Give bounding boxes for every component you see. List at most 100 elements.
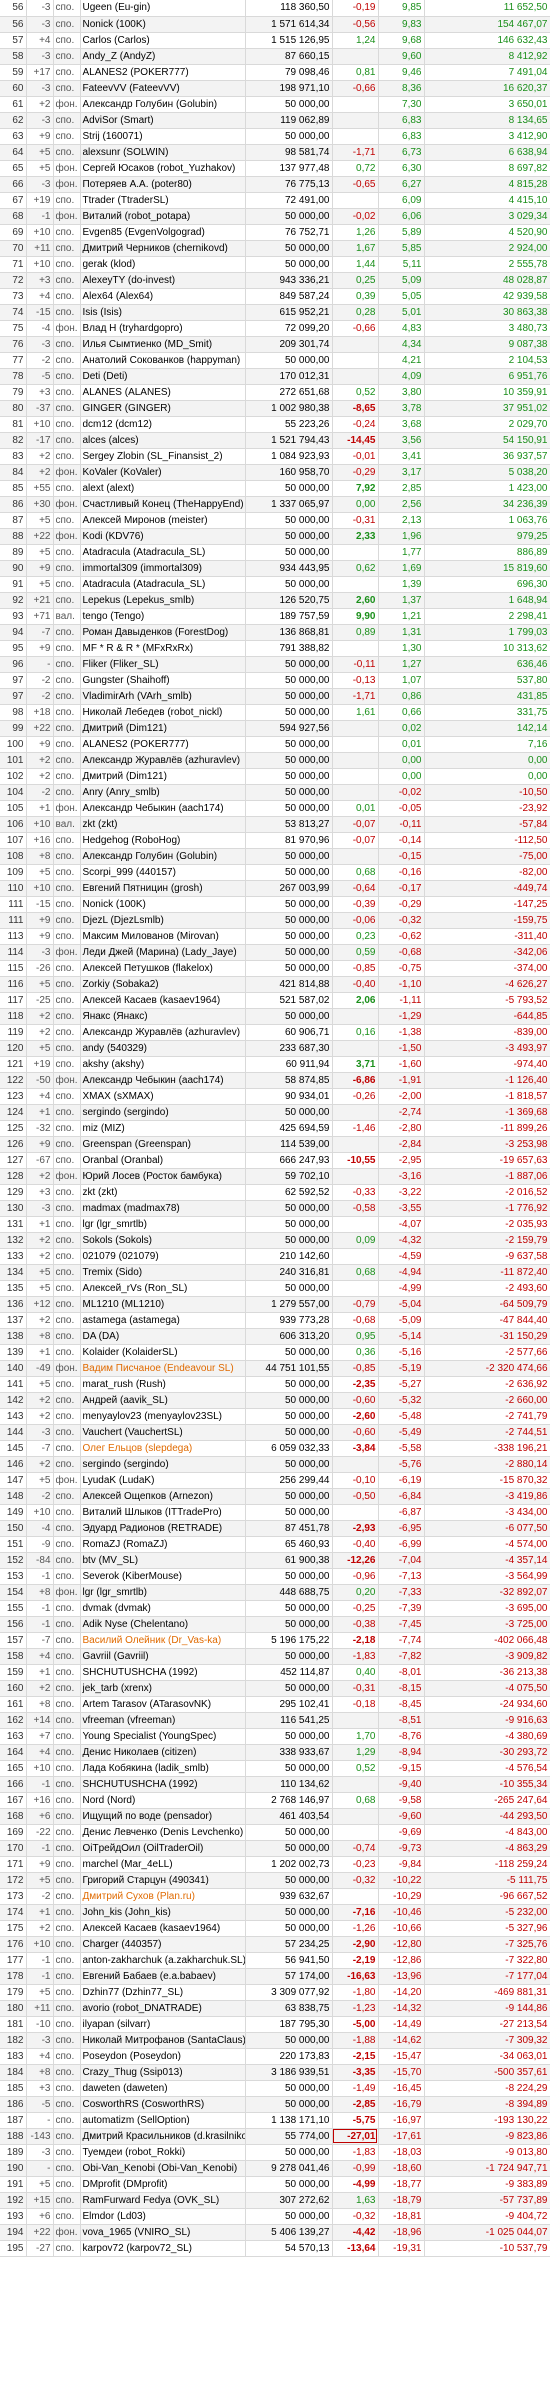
- table-row[interactable]: 191 +5 спо. DMprofit (DMprofit) 50 000,00 -4,…: [0, 2176, 550, 2193]
- table-row[interactable]: 71 +10 спо. gerak (klod) 50 000,00 1,44 5,11 2 …: [0, 256, 550, 273]
- table-row[interactable]: 74 -15 спо. Isis (Isis) 615 952,21 0,28 5,01 30…: [0, 304, 550, 321]
- table-row[interactable]: 162 +14 спо. vfreeman (vfreeman) 116 541,25 -…: [0, 1712, 550, 1729]
- table-row[interactable]: 165 +10 спо. Лада Кобякина (ladik_smlb) 50 0…: [0, 1760, 550, 1777]
- table-row[interactable]: 170 -1 спо. OiTpeйдОил (OilTraderOil) 50 000…: [0, 1840, 550, 1857]
- table-row[interactable]: 181 -10 спо. ilyapan (silvarr) 187 795,30 -5,…: [0, 2016, 550, 2033]
- table-row[interactable]: 76 -3 спо. Илья Сымтиенко (MD_Smit) 209 301,…: [0, 336, 550, 353]
- table-row[interactable]: 148 -2 спо. Алексей Ощепков (Arnezon) 50 000…: [0, 1488, 550, 1505]
- table-row[interactable]: 59 +17 спо. ALANES2 (POKER777) 79 098,46 0,81…: [0, 64, 550, 81]
- table-row[interactable]: 136 +12 спо. ML1210 (ML1210) 1 279 557,00 -0,…: [0, 1296, 550, 1313]
- table-row[interactable]: 120 +5 спо. andy (540329) 233 687,30 -1,50 -3 …: [0, 1040, 550, 1057]
- table-row[interactable]: 175 +2 спо. Алексей Касаев (kasaev1964) 50 0…: [0, 1920, 550, 1937]
- table-row[interactable]: 84 +2 фон. KoValer (KoValer) 160 958,70 -0,29…: [0, 464, 550, 481]
- table-row[interactable]: 149 +10 спо. Виталий Шлыков (ITTradePro) 50 …: [0, 1504, 550, 1521]
- table-row[interactable]: 56 -3 спо. Nonick (100K) 1 571 614,34 -0,56 9,…: [0, 16, 550, 33]
- table-row[interactable]: 140 -49 фон. Вадим Писчаное (Endeavour SL) 4…: [0, 1360, 550, 1377]
- table-row[interactable]: 79 +3 спо. ALANES (ALANES) 272 651,68 0,52 3,8…: [0, 384, 550, 401]
- table-row[interactable]: 98 +18 спо. Николай Лебедев (robot_nickl) 50…: [0, 704, 550, 721]
- table-row[interactable]: 182 -3 спо. Николай Митрофанов (SantaClaus)…: [0, 2032, 550, 2049]
- table-row[interactable]: 123 +4 спо. XMAX (sXMAX) 90 934,01 -0,26 -2,00…: [0, 1088, 550, 1105]
- table-row[interactable]: 194 +22 фон. vova_1965 (VNIRO_SL) 5 406 139,…: [0, 2224, 550, 2241]
- table-row[interactable]: 111 +9 спо. DjezL (DjezLsmlb) 50 000,00 -0,06…: [0, 912, 550, 929]
- table-row[interactable]: 96- спо. Fliker (Fliker_SL) 50 000,00 -0,11 1…: [0, 656, 550, 673]
- table-row[interactable]: 185 +3 спо. daweten (daweten) 50 000,00 -1,49…: [0, 2080, 550, 2097]
- table-row[interactable]: 115 -26 спо. Алексей Петушков (flakelox) 50 …: [0, 960, 550, 977]
- table-row[interactable]: 89 +5 спо. Atadracula (Atadracula_SL) 50 000…: [0, 544, 550, 561]
- table-row[interactable]: 188 -143 спо. Дмитрий Красильников (d.krasi…: [0, 2128, 550, 2145]
- table-row[interactable]: 90 +9 спо. immortal309 (immortal309) 934 443…: [0, 560, 550, 577]
- table-row[interactable]: 109 +5 спо. Scorpi_999 (440157) 50 000,00 0,6…: [0, 864, 550, 881]
- table-row[interactable]: 129 +3 спо. zkt (zkt) 62 592,52 -0,33 -3,22 -2 …: [0, 1184, 550, 1201]
- table-row[interactable]: 73 +4 спо. Alex64 (Alex64) 849 587,24 0,39 5,0…: [0, 288, 550, 305]
- table-row[interactable]: 151 -9 спо. RomaZJ (RomaZJ) 65 460,93 -0,40 -6…: [0, 1536, 550, 1553]
- table-row[interactable]: 125 -32 спо. miz (MIZ) 425 694,59 -1,46 -2,80-…: [0, 1120, 550, 1137]
- table-row[interactable]: 176 +10 спо. Charger (440357) 57 234,25 -2,90…: [0, 1936, 550, 1953]
- table-row[interactable]: 153 -1 спо. Severok (KiberMouse) 50 000,00 -0…: [0, 1568, 550, 1585]
- table-row[interactable]: 68 -1 фон. Виталий (robot_potapa) 50 000,00-…: [0, 208, 550, 225]
- table-row[interactable]: 127 -67 спо. Oranbal (Oranbal) 666 247,93 -10…: [0, 1152, 550, 1169]
- table-row[interactable]: 82 -17 спо. alces (alces) 1 521 794,43 -14,45…: [0, 432, 550, 449]
- table-row[interactable]: 116 +5 спо. Zorkiy (Sobaka2) 421 814,88 -0,40…: [0, 976, 550, 993]
- table-row[interactable]: 180 +11 спо. avorio (robot_DNATRADE) 63 838,…: [0, 2000, 550, 2017]
- table-row[interactable]: 187- спо. automatizm (SellOption) 1 138 171…: [0, 2112, 550, 2129]
- table-row[interactable]: 134 +5 спо. Tremix (Sido) 240 316,81 0,68 -4,9…: [0, 1264, 550, 1281]
- table-row[interactable]: 97 -2 спо. VladimirArh (VArh_smlb) 50 000,00…: [0, 688, 550, 705]
- table-row[interactable]: 111 -15 спо. Nonick (100K) 50 000,00 -0,39 -0,…: [0, 896, 550, 913]
- table-row[interactable]: 70 +11 спо. Дмитрий Черников (chernikovd) 50…: [0, 240, 550, 257]
- table-row[interactable]: 139 +1 спо. Kolaider (KolaiderSL) 50 000,00 0…: [0, 1344, 550, 1361]
- table-row[interactable]: 137 +2 спо. astamega (astamega) 939 773,28 -0…: [0, 1312, 550, 1329]
- table-row[interactable]: 167 +16 спо. Nord (Nord) 2 768 146,97 0,68 -9,…: [0, 1792, 550, 1809]
- table-row[interactable]: 92 +21 спо. Lepekus (Lepekus_smlb) 126 520,7…: [0, 592, 550, 609]
- table-row[interactable]: 160 +2 спо. jek_tarb (xrenx) 50 000,00 -0,31-…: [0, 1680, 550, 1697]
- table-row[interactable]: 159 +1 спо. SHCHUTUSHCHA (1992) 452 114,87 0,…: [0, 1664, 550, 1681]
- table-row[interactable]: 69 +10 спо. Evgen85 (EvgenVolgograd) 76 752,…: [0, 224, 550, 241]
- table-row[interactable]: 142 +2 спо. Андрей (aavik_SL) 50 000,00 -0,60…: [0, 1392, 550, 1409]
- table-row[interactable]: 164 +4 спо. Денис Николаев (citizen) 338 933…: [0, 1744, 550, 1761]
- table-row[interactable]: 143 +2 спо. menyaylov23 (menyaylov23SL) 50 0…: [0, 1408, 550, 1425]
- table-row[interactable]: 86 +30 фон. Счастливый Конец (TheHappyEnd) 1…: [0, 496, 550, 513]
- table-row[interactable]: 172 +5 спо. Григорий Старцун (490341) 50 000…: [0, 1872, 550, 1889]
- table-row[interactable]: 93 +71 вал. tengo (Tengo) 189 757,59 9,90 1,21…: [0, 608, 550, 625]
- table-row[interactable]: 133 +2 спо. 021079 (021079) 210 142,60 -4,59-…: [0, 1248, 550, 1265]
- table-row[interactable]: 110 +10 спо. Евгений Пятницин (grosh) 267 00…: [0, 880, 550, 897]
- table-row[interactable]: 128 +2 фон. Юрий Лосев (Росток бамбука) 59 7…: [0, 1168, 550, 1185]
- table-row[interactable]: 87 +5 спо. Алексей Миронов (meister) 50 000,…: [0, 512, 550, 529]
- table-row[interactable]: 168 +6 спо. Ищущий по воде (pensador) 461 40…: [0, 1808, 550, 1825]
- table-row[interactable]: 138 +8 спо. DA (DA) 606 313,20 0,95 -5,14 -31 1…: [0, 1328, 550, 1345]
- table-row[interactable]: 97 -2 спо. Gungster (Shaihoff) 50 000,00 -0,1…: [0, 672, 550, 689]
- table-row[interactable]: 91 +5 спо. Atadracula (Atadracula_SL) 50 000…: [0, 576, 550, 593]
- table-row[interactable]: 58 -3 спо. Andy_Z (AndyZ) 87 660,15 9,60 8 412…: [0, 48, 550, 65]
- table-row[interactable]: 190- спо. Obi-Van_Kenobi (Obi-Van_Kenobi) 9…: [0, 2160, 550, 2177]
- table-row[interactable]: 88 +22 фон. Kodi (KDV76) 50 000,00 2,33 1,96 97…: [0, 528, 550, 545]
- table-row[interactable]: 184 +8 спо. Crazy_Thug (Ssip013) 3 186 939,5…: [0, 2064, 550, 2081]
- table-row[interactable]: 178 -1 спо. Евгений Бабаев (e.a.babaev) 57 1…: [0, 1968, 550, 1985]
- table-row[interactable]: 150 -4 спо. Эдуард Радионов (RETRADE) 87 451…: [0, 1520, 550, 1537]
- table-row[interactable]: 163 +7 спо. Young Specialist (YoungSpec) 50 …: [0, 1728, 550, 1745]
- table-row[interactable]: 171 +9 спо. marchel (Mar_4eLL) 1 202 002,73-…: [0, 1856, 550, 1873]
- table-row[interactable]: 62 -3 спо. AdviSor (Smart) 119 062,89 6,83 8 1…: [0, 112, 550, 129]
- table-row[interactable]: 186 -5 спо. CosworthRS (CosworthRS) 50 000,0…: [0, 2096, 550, 2113]
- table-row[interactable]: 75 -4 фон. Влад Н (tryhardgopro) 72 099,20 -0…: [0, 320, 550, 337]
- table-row[interactable]: 122 -50 фон. Александр Чебыкин (aach174) 58 …: [0, 1072, 550, 1089]
- table-row[interactable]: 113 +9 спо. Максим Милованов (Mirovan) 50 00…: [0, 928, 550, 945]
- table-row[interactable]: 121 +19 спо. akshy (akshy) 60 911,94 3,71 -1,6…: [0, 1056, 550, 1073]
- table-row[interactable]: 67 +19 спо. Ttrader (TtraderSL) 72 491,00 6,0…: [0, 192, 550, 209]
- table-row[interactable]: 154 +8 фон. lgr (lgr_smrtlb) 448 688,75 0,20-…: [0, 1584, 550, 1601]
- table-row[interactable]: 145 -7 спо. Олег Ельцов (slepdega) 6 059 032…: [0, 1440, 550, 1457]
- table-row[interactable]: 157 -7 спо. Василий Олейник (Dr_Vas-ka) 5 19…: [0, 1632, 550, 1649]
- table-row[interactable]: 161 +8 спо. Artem Tarasov (ATarasovNK) 295 1…: [0, 1696, 550, 1713]
- table-row[interactable]: 131 +1 спо. lgr (lgr_smrtlb) 50 000,00 -4,07-…: [0, 1216, 550, 1233]
- table-row[interactable]: 195 -27 спо. karpov72 (karpov72_SL) 54 570,1…: [0, 2240, 550, 2257]
- table-row[interactable]: 81 +10 спо. dcm12 (dcm12) 55 223,26 -0,24 3,68…: [0, 416, 550, 433]
- table-row[interactable]: 146 +2 спо. sergindo (sergindo) 50 000,00 -5,…: [0, 1456, 550, 1473]
- table-row[interactable]: 77 -2 спо. Анатолий Сокованков (happyman) 50…: [0, 352, 550, 369]
- table-row[interactable]: 119 +2 спо. Александр Журавлёв (azhuravlev)…: [0, 1024, 550, 1041]
- table-row[interactable]: 126 +9 спо. Greenspan (Greenspan) 114 539,00…: [0, 1136, 550, 1153]
- table-row[interactable]: 177 -1 спо. anton-zakharchuk (a.zakharchuk.…: [0, 1952, 550, 1969]
- table-row[interactable]: 83 +2 спо. Sergey Zlobin (SL_Finansist_2) 1 …: [0, 448, 550, 465]
- table-row[interactable]: 106 +10 вал. zkt (zkt) 53 813,27 -0,07 -0,11 -5…: [0, 816, 550, 833]
- table-row[interactable]: 101 +2 спо. Александр Журавлёв (azhuravlev)…: [0, 752, 550, 769]
- table-row[interactable]: 57 +4 спо. Carlos (Carlos) 1 515 126,95 1,24 9…: [0, 32, 550, 49]
- table-row[interactable]: 166 -1 спо. SHCHUTUSHCHA (1992) 110 134,62 -9…: [0, 1776, 550, 1793]
- table-row[interactable]: 85 +55 спо. alext (alext) 50 000,00 7,92 2,85 1…: [0, 480, 550, 497]
